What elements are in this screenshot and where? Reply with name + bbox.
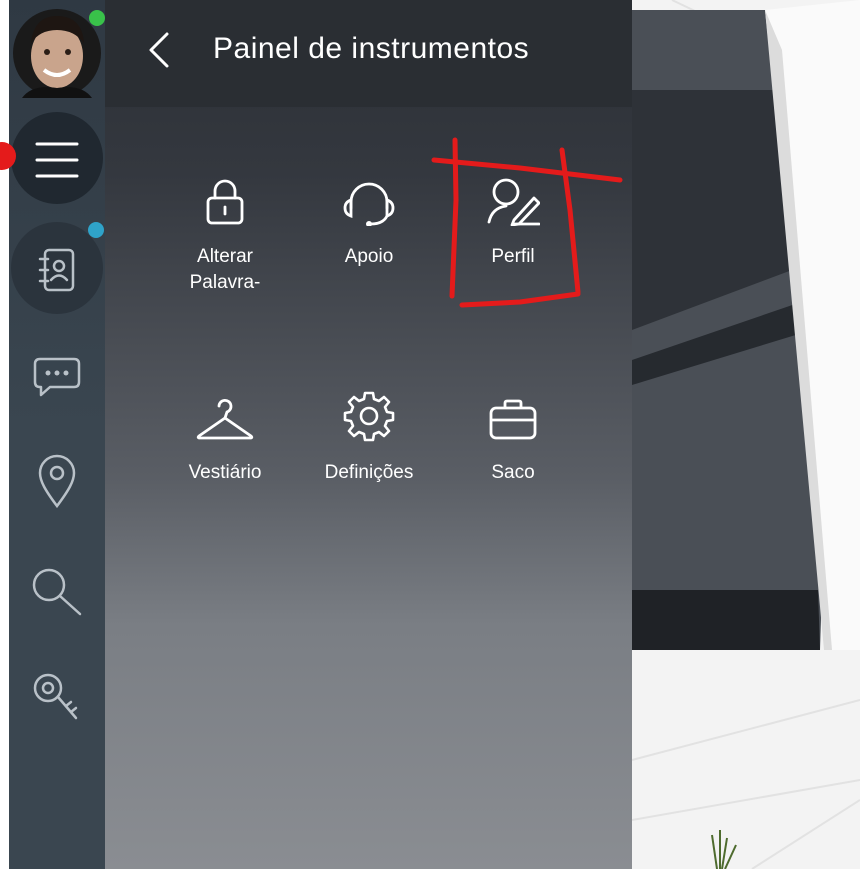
tile-label: Alterar Palavra- <box>189 246 261 293</box>
back-button[interactable] <box>141 30 181 70</box>
key-button[interactable] <box>9 670 105 726</box>
page-title: Painel de instrumentos <box>213 32 530 65</box>
world-view[interactable] <box>632 0 860 869</box>
chevron-left-icon <box>149 32 169 68</box>
location-button[interactable] <box>9 452 105 512</box>
tile-support[interactable]: Apoio <box>304 160 434 270</box>
gear-icon <box>343 391 395 442</box>
tile-bag[interactable]: Saco <box>448 376 578 486</box>
chat-icon <box>33 357 81 397</box>
hanger-icon <box>196 399 254 440</box>
contacts-button[interactable] <box>9 222 105 318</box>
tile-change-password[interactable]: Alterar Palavra- <box>160 160 290 296</box>
tile-profile[interactable]: Perfil <box>448 160 578 270</box>
avatar-item[interactable] <box>9 8 105 98</box>
notification-dot <box>88 222 104 238</box>
side-rail <box>9 0 105 869</box>
tile-label: Perfil <box>491 246 535 267</box>
chat-button[interactable] <box>9 354 105 400</box>
tile-label: Apoio <box>344 246 394 267</box>
avatar[interactable] <box>12 8 102 98</box>
tile-label: Vestiário <box>188 462 262 483</box>
panel-header: Painel de instrumentos <box>105 0 632 107</box>
menu-button[interactable] <box>9 112 105 208</box>
headset-icon <box>343 182 395 226</box>
tile-wardrobe[interactable]: Vestiário <box>160 376 290 486</box>
app-window: Painel de instrumentos Alterar Palavra- <box>0 0 860 869</box>
location-icon <box>38 454 76 509</box>
search-button[interactable] <box>9 566 105 618</box>
tile-label: Definições <box>324 462 414 483</box>
online-status-dot <box>89 10 105 26</box>
scene-graphic <box>632 0 860 869</box>
contacts-icon <box>38 248 75 292</box>
briefcase-icon <box>489 399 537 440</box>
dashboard-panel: Painel de instrumentos Alterar Palavra- <box>105 0 632 869</box>
tile-label: Saco <box>491 462 535 483</box>
menu-icon <box>35 142 79 178</box>
profile-edit-icon <box>487 178 540 226</box>
tile-settings[interactable]: Definições <box>304 376 434 486</box>
lock-icon <box>206 179 244 225</box>
search-icon <box>32 568 82 616</box>
key-icon <box>33 673 78 720</box>
